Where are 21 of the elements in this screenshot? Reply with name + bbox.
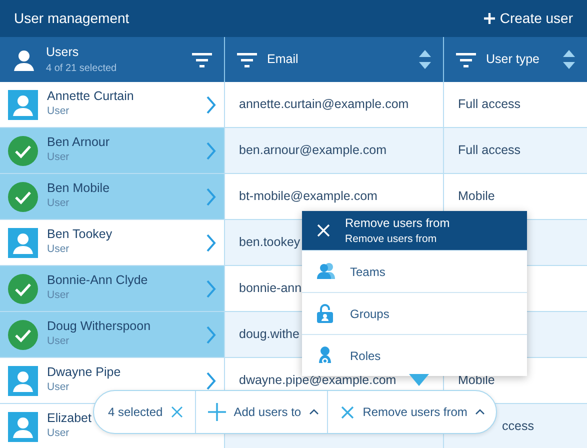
user-name: Elizabet — [47, 411, 92, 426]
user-role: User — [47, 104, 70, 120]
selection-count: 4 of 21 selected — [46, 62, 118, 76]
user-name: Ben Arnour — [47, 135, 110, 150]
user-name: Annette Curtain — [47, 89, 134, 104]
table-cell: Full access — [444, 128, 587, 174]
user-name: Doug Witherspoon — [47, 319, 151, 334]
user-role: User — [47, 150, 70, 166]
table-cell: ben.arnour@example.com — [225, 128, 444, 174]
user-name: Dwayne Pipe — [47, 365, 121, 380]
user-role: User — [47, 242, 70, 258]
user-role: User — [47, 196, 70, 212]
user-role: User — [47, 334, 70, 350]
user-name: Bonnie-Ann Clyde — [47, 273, 148, 288]
user-role: User — [47, 380, 70, 396]
user-name: Ben Mobile — [47, 181, 110, 196]
page-title: User management — [14, 9, 130, 28]
user-name: Ben Tookey — [47, 227, 112, 242]
user-role: User — [47, 288, 70, 304]
menu-subtitle: Remove users from — [345, 232, 438, 247]
user-role: User — [47, 426, 70, 442]
